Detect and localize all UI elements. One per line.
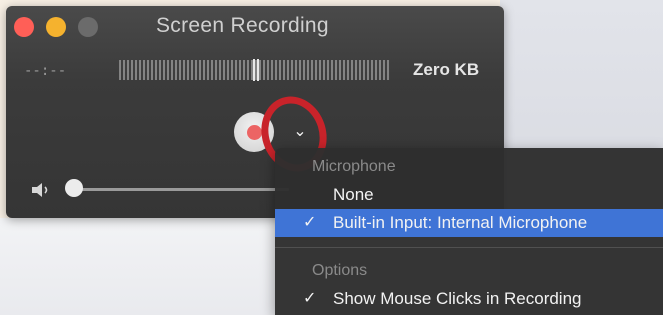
section-microphone: Microphone [312, 158, 396, 175]
menu-item-label: None [333, 185, 374, 204]
checkmark-icon: ✓ [303, 214, 317, 231]
record-icon [247, 125, 262, 140]
close-icon[interactable] [14, 17, 34, 37]
menu-item-label: Show Mouse Clicks in Recording [333, 289, 582, 308]
volume-slider-track[interactable] [74, 188, 289, 191]
volume-slider-knob[interactable] [65, 179, 83, 197]
minimize-icon[interactable] [46, 17, 66, 37]
elapsed-time: --:-- [24, 63, 67, 79]
menu-item-none[interactable]: None [275, 181, 663, 209]
speaker-icon [32, 183, 48, 197]
file-size: Zero KB [413, 60, 480, 79]
section-options: Options [312, 262, 368, 279]
options-dropdown-menu: Microphone None ✓ Built-in Input: Intern… [275, 148, 663, 315]
menu-item-show-mouse-clicks[interactable]: ✓ Show Mouse Clicks in Recording [275, 285, 663, 313]
audio-level-marker [253, 59, 259, 81]
menu-item-built-in-input[interactable]: ✓ Built-in Input: Internal Microphone [275, 209, 663, 237]
maximize-icon [78, 17, 98, 37]
desktop-background-bottom [0, 218, 300, 315]
checkmark-icon: ✓ [303, 290, 317, 307]
menu-separator [275, 247, 663, 248]
window-title: Screen Recording [156, 14, 329, 37]
menu-item-label: Built-in Input: Internal Microphone [333, 213, 588, 232]
